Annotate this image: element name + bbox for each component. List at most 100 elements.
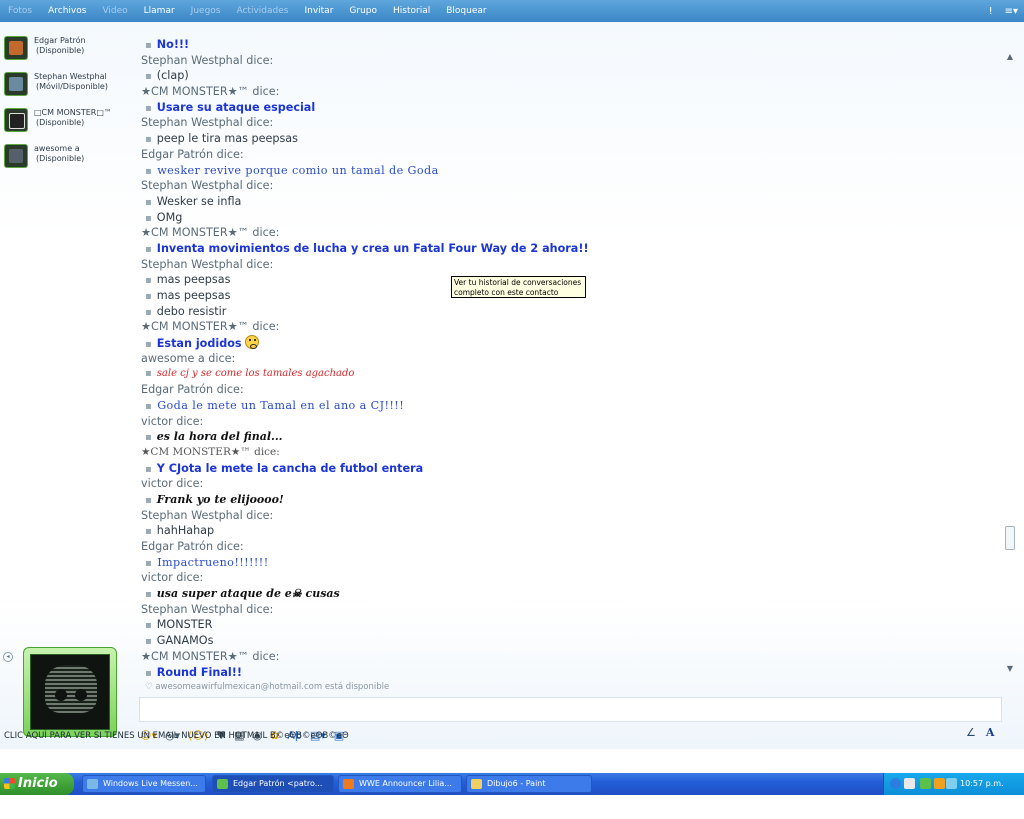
contact-status: (Móvil/Disponible) — [36, 82, 108, 91]
menu-icon[interactable]: ≡▾ — [999, 6, 1024, 17]
speaker-line: victor dice: — [141, 477, 204, 491]
tooltip-line-2: completo con este contacto — [454, 287, 559, 297]
menu-item-llamar[interactable]: Llamar — [136, 6, 183, 16]
status-line: ♡ awesomeawirfulmexican@hotmail.com está… — [141, 680, 1001, 696]
message-line: ▪ Y CJota le mete la cancha de futbol ent… — [141, 461, 1001, 477]
message-line: ▪ usa super ataque de e☠ cusas — [141, 586, 1001, 602]
bullet-icon: ▪ — [145, 636, 152, 648]
message-text: debo resistir — [156, 304, 227, 318]
bullet-icon: ▪ — [145, 134, 152, 146]
security-tray-icon[interactable] — [934, 778, 945, 789]
taskbar-app-icon — [471, 779, 482, 789]
volume-tray-icon[interactable] — [946, 778, 957, 789]
message-text: sale cj y se come los tamales agachado — [156, 368, 355, 380]
speaker-line: Stephan Westphal dice: — [141, 116, 274, 130]
contact-status: (Disponible) — [36, 154, 85, 163]
contact-avatar — [4, 72, 28, 96]
contact-name: awesome a — [34, 144, 80, 153]
taskbar-button[interactable]: Dibujo6 - Paint — [466, 775, 592, 793]
message-text: GANAMOs — [156, 634, 214, 648]
message-text: Y CJota le mete la cancha de futbol ente… — [156, 461, 424, 475]
contact-name: □CM MONSTER□™ — [34, 108, 112, 117]
message-line: ▪ OMg — [141, 210, 1001, 226]
message-text: Usare su ataque especial — [156, 100, 316, 114]
display-picture[interactable] — [23, 647, 117, 737]
taskbar-button[interactable]: Edgar Patrón <patro... — [212, 775, 334, 793]
speaker-line: awesome a dice: — [141, 351, 236, 365]
scroll-thumb[interactable] — [1005, 526, 1015, 550]
contact-item[interactable]: Stephan Westphal (Móvil/Disponible) — [4, 72, 134, 108]
message-line: ▪ Round Final!! — [141, 665, 1001, 681]
message-text: No!!! — [156, 38, 190, 51]
taskbar-button-label: Windows Live Messen... — [103, 779, 198, 788]
menu-item-historial[interactable]: Historial — [385, 6, 438, 16]
scroll-up-icon[interactable]: ▲ — [1004, 52, 1016, 64]
taskbar-button[interactable]: Windows Live Messen... — [82, 775, 206, 793]
contact-text: awesome a (Disponible) — [34, 144, 84, 164]
message-line: ▪ Inventa movimientos de lucha y crea un … — [141, 241, 1001, 257]
message-line: ▪ Impactrueno!!!!!!! — [141, 555, 1001, 571]
text-mode-icon[interactable]: A — [986, 726, 995, 739]
alert-icon[interactable]: ! — [983, 6, 999, 17]
contact-item[interactable]: awesome a (Disponible) — [4, 144, 134, 180]
message-text: wesker revive porque comio un tamal de G… — [157, 163, 439, 177]
contact-item[interactable]: □CM MONSTER□™ (Disponible) — [4, 108, 134, 144]
contact-name: Edgar Patrón — [34, 36, 86, 45]
contact-status: (Disponible) — [36, 46, 85, 55]
menu-item-fotos[interactable]: Fotos — [0, 6, 40, 16]
bullet-icon: ▪ — [145, 339, 152, 351]
contact-text: Stephan Westphal (Móvil/Disponible) — [34, 72, 108, 92]
menu-item-invitar[interactable]: Invitar — [296, 6, 341, 16]
speaker-line: ★CM MONSTER★™ dice: — [141, 445, 280, 458]
message-text: MONSTER — [156, 618, 213, 632]
contact-text: □CM MONSTER□™ (Disponible) — [34, 108, 112, 128]
collapse-icon[interactable]: ◂ — [3, 652, 13, 662]
conversation-history[interactable]: ▪ No!!! Stephan Westphal dice: ▪ (clap) ★CM M… — [141, 37, 1001, 700]
message-text: Estan jodidos — [156, 337, 242, 351]
handwriting-icon[interactable]: ∠ — [966, 726, 976, 739]
message-line: ▪ Estan jodidos — [141, 335, 1001, 351]
conversation-panel: Edgar Patrón (Disponible) Stephan Westphal… — [0, 22, 1024, 749]
scroll-down-icon[interactable]: ▼ — [1004, 664, 1016, 676]
menu-item-bloquear[interactable]: Bloquear — [438, 6, 494, 16]
bullet-icon: ▪ — [145, 291, 152, 302]
speaker-line: Stephan Westphal dice: — [141, 179, 274, 193]
menu-item-video[interactable]: Video — [94, 6, 135, 16]
bullet-icon: ▪ — [145, 526, 152, 538]
network-icon[interactable] — [890, 778, 901, 789]
bullet-icon: ▪ — [145, 667, 152, 679]
message-text: Impactrueno!!!!!!! — [157, 555, 269, 569]
message-line: ▪ Frank yo te elijoooo! — [141, 492, 1001, 508]
menu-item-grupo[interactable]: Grupo — [341, 6, 385, 16]
user-tray-icon[interactable] — [920, 778, 931, 789]
bullet-icon: ▪ — [145, 494, 152, 506]
screen: { "menubar": { "items": [ {"label": "Fot… — [0, 0, 1024, 819]
menu-item-juegos[interactable]: Juegos — [183, 6, 229, 16]
contact-text: Edgar Patrón (Disponible) — [34, 36, 86, 56]
bullet-icon: ▪ — [145, 212, 152, 224]
message-text: hahHahap — [156, 524, 215, 538]
hotmail-banner-link[interactable]: CLIC AQUÍ PARA VER SI TIENES UN EMAIL NU… — [4, 731, 349, 741]
bullet-icon: ▪ — [145, 620, 152, 632]
bullet-icon: ▪ — [145, 589, 152, 601]
taskbar-button[interactable]: WWE Announcer Lilia... — [338, 775, 462, 793]
message-line: ▪ No!!! — [141, 37, 1001, 53]
contact-name: Stephan Westphal — [34, 72, 107, 81]
speaker-line: Stephan Westphal dice: — [141, 257, 274, 271]
start-button[interactable]: Inicio — [0, 773, 74, 795]
bullet-icon: ▪ — [145, 557, 153, 569]
menu-item-archivos[interactable]: Archivos — [40, 6, 94, 16]
message-input[interactable] — [139, 697, 1002, 722]
tooltip-line-1: Ver tu historial de conversaciones — [454, 278, 582, 287]
menu-item-actividades[interactable]: Actividades — [228, 6, 296, 16]
message-line: ▪ es la hora del final... — [141, 429, 1001, 445]
conversation-scrollbar[interactable]: ▲ ▼ — [1004, 52, 1016, 700]
message-text: es la hora del final... — [156, 430, 283, 444]
contact-avatar — [4, 108, 28, 132]
messenger-tray-icon[interactable] — [904, 778, 915, 789]
bullet-icon: ▪ — [145, 102, 152, 114]
bullet-icon: ▪ — [145, 368, 152, 380]
message-line: ▪ GANAMOs — [141, 633, 1001, 649]
contact-item[interactable]: Edgar Patrón (Disponible) — [4, 36, 134, 72]
message-text: mas peepsas — [156, 289, 231, 302]
